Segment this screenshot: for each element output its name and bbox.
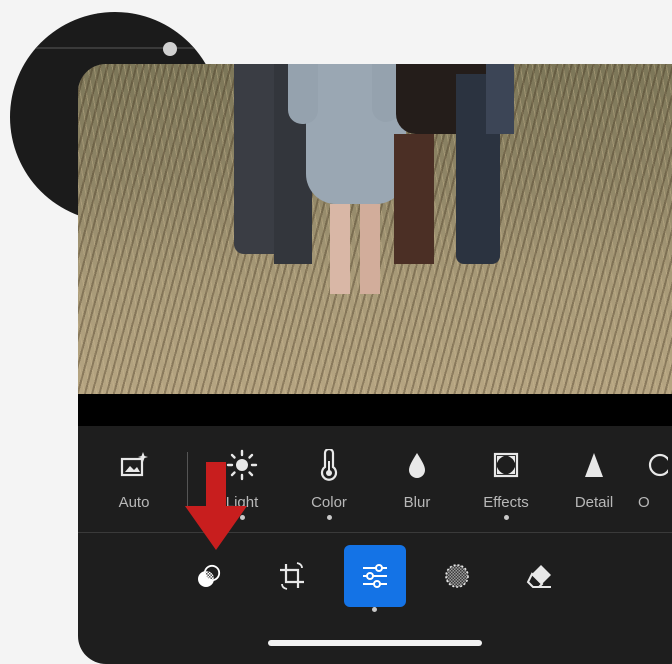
zoom-nub xyxy=(163,42,177,56)
masking-button[interactable] xyxy=(178,545,240,607)
tool-label: Color xyxy=(311,494,347,511)
photo-figure xyxy=(330,204,350,294)
photo-figure xyxy=(394,134,434,264)
active-mode-indicator xyxy=(372,607,377,612)
tool-effects[interactable]: Effects xyxy=(470,448,542,520)
eraser-icon xyxy=(526,565,551,588)
tool-optics[interactable]: O xyxy=(638,448,672,511)
tool-label: O xyxy=(638,494,650,511)
vignette-square-icon xyxy=(493,452,519,478)
tool-label: Effects xyxy=(483,494,529,511)
crop-rotate-icon xyxy=(280,562,304,590)
optics-icon xyxy=(648,453,668,477)
crop-button[interactable] xyxy=(261,545,323,607)
thermometer-icon xyxy=(320,449,338,481)
tool-label: Detail xyxy=(574,494,614,511)
home-indicator xyxy=(268,640,482,646)
annotation-arrow-icon xyxy=(185,462,247,550)
adjust-toolbar: Auto Light Color Blur Effects Detail O xyxy=(78,426,672,532)
dotted-circle-icon xyxy=(445,564,469,588)
mask-circles-icon xyxy=(198,564,221,587)
adjusted-indicator xyxy=(503,515,509,520)
photo-figure xyxy=(486,64,514,134)
droplet-icon xyxy=(409,453,425,478)
tool-label: Auto xyxy=(118,494,150,511)
photo-canvas[interactable] xyxy=(78,64,672,394)
zoom-divider xyxy=(10,47,220,49)
sliders-icon xyxy=(363,564,387,588)
photo-figure xyxy=(288,64,318,124)
erase-button[interactable] xyxy=(508,545,570,607)
auto-image-icon xyxy=(120,452,148,477)
tool-auto[interactable]: Auto xyxy=(98,448,170,511)
heal-button[interactable] xyxy=(426,545,488,607)
mode-bar xyxy=(78,533,672,613)
photo-figure xyxy=(360,204,380,294)
tool-color[interactable]: Color xyxy=(293,448,365,520)
edit-button[interactable] xyxy=(344,545,406,607)
app-window: Auto Light Color Blur Effects Detail O xyxy=(78,64,672,664)
triangle-icon xyxy=(585,453,603,477)
photo-letterbox xyxy=(78,394,672,426)
tool-label: Blur xyxy=(403,494,431,511)
adjusted-indicator xyxy=(326,515,332,520)
tool-blur[interactable]: Blur xyxy=(381,448,453,511)
tool-detail[interactable]: Detail xyxy=(558,448,630,511)
